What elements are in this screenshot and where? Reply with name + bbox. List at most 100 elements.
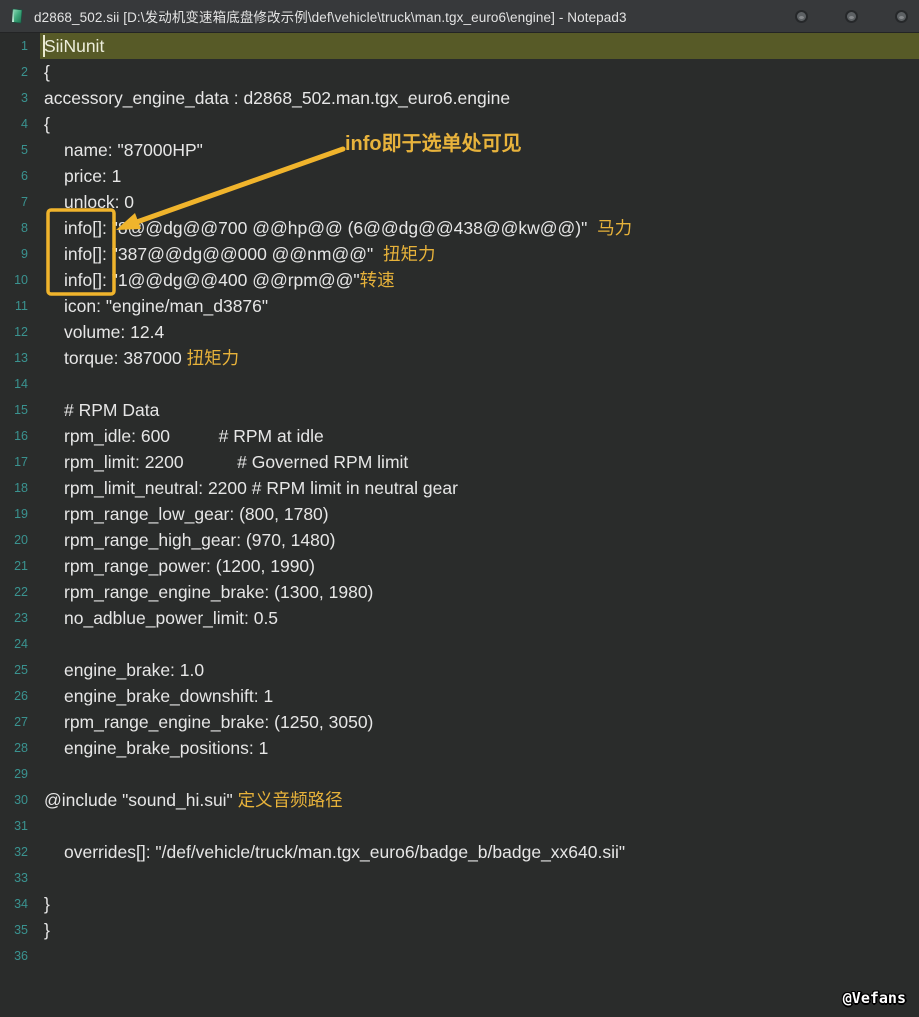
line-number: 36 [0,943,40,969]
code-text: info[]: "8@@dg@@700 @@hp@@ (6@@dg@@438@@… [64,218,597,238]
chinese-annotation: 转速 [360,270,395,290]
code-line[interactable]: 3accessory_engine_data : d2868_502.man.t… [0,85,919,111]
line-content: engine_brake: 1.0 [40,657,919,683]
code-line[interactable]: 9info[]: "387@@dg@@000 @@nm@@" 扭矩力 [0,241,919,267]
line-number: 11 [0,293,40,319]
code-line[interactable]: 6price: 1 [0,163,919,189]
line-number: 7 [0,189,40,215]
line-number: 26 [0,683,40,709]
code-line[interactable]: 19rpm_range_low_gear: (800, 1780) [0,501,919,527]
code-line[interactable]: 29 [0,761,919,787]
code-text: name: "87000HP" [64,140,203,160]
code-line[interactable]: 10info[]: "1@@dg@@400 @@rpm@@"转速 [0,267,919,293]
line-content: } [40,917,919,943]
code-text: torque: 387000 [64,348,187,368]
line-content: info[]: "387@@dg@@000 @@nm@@" 扭矩力 [40,241,919,267]
code-line[interactable]: 32 overrides[]: "/def/vehicle/truck/man.t… [0,839,919,865]
line-content: torque: 387000 扭矩力 [40,345,919,371]
code-line[interactable]: 34} [0,891,919,917]
chinese-annotation: 扭矩力 [383,244,436,264]
line-number: 31 [0,813,40,839]
line-number: 29 [0,761,40,787]
line-number: 3 [0,85,40,111]
code-line[interactable]: 35} [0,917,919,943]
line-number: 28 [0,735,40,761]
line-content: rpm_range_engine_brake: (1250, 3050) [40,709,919,735]
code-line[interactable]: 33 [0,865,919,891]
code-text: info[]: "1@@dg@@400 @@rpm@@" [64,270,360,290]
line-content: no_adblue_power_limit: 0.5 [40,605,919,631]
code-line[interactable]: 22rpm_range_engine_brake: (1300, 1980) [0,579,919,605]
code-line[interactable]: 18rpm_limit_neutral: 2200 # RPM limit in… [0,475,919,501]
line-content: info[]: "8@@dg@@700 @@hp@@ (6@@dg@@438@@… [40,215,919,241]
code-text: rpm_limit_neutral: 2200 # RPM limit in n… [64,478,458,498]
text-cursor [43,35,45,57]
code-lines[interactable]: 1SiiNunit2{3accessory_engine_data : d286… [0,33,919,969]
line-content: rpm_range_high_gear: (970, 1480) [40,527,919,553]
code-text: no_adblue_power_limit: 0.5 [64,608,278,628]
code-line[interactable]: 31 [0,813,919,839]
code-line[interactable]: 14 [0,371,919,397]
minimize-button[interactable] [795,10,808,23]
code-text: overrides[]: "/def/vehicle/truck/man.tgx… [64,842,625,862]
maximize-button[interactable] [845,10,858,23]
code-line[interactable]: 7unlock: 0 [0,189,919,215]
line-content: rpm_range_engine_brake: (1300, 1980) [40,579,919,605]
code-line[interactable]: 8 info[]: "8@@dg@@700 @@hp@@ (6@@dg@@438@… [0,215,919,241]
code-line[interactable]: 28engine_brake_positions: 1 [0,735,919,761]
code-line[interactable]: 12volume: 12.4 [0,319,919,345]
watermark: @Vefans [843,989,906,1007]
code-line[interactable]: 1SiiNunit [0,33,919,59]
code-line[interactable]: 2{ [0,59,919,85]
code-text: accessory_engine_data : d2868_502.man.tg… [44,88,510,108]
code-line[interactable]: 36 [0,943,919,969]
code-line[interactable]: 16rpm_idle: 600 # RPM at idle [0,423,919,449]
window-title: d2868_502.sii [D:\发动机变速箱底盘修改示例\def\vehic… [34,6,627,26]
code-line[interactable]: 5name: "87000HP" [0,137,919,163]
line-number: 24 [0,631,40,657]
code-text: rpm_range_engine_brake: (1300, 1980) [64,582,373,602]
code-text: rpm_range_high_gear: (970, 1480) [64,530,335,550]
line-number: 21 [0,553,40,579]
line-number: 8 [0,215,40,241]
code-line[interactable]: 21rpm_range_power: (1200, 1990) [0,553,919,579]
line-number: 13 [0,345,40,371]
line-number: 32 [0,839,40,865]
line-content: rpm_limit_neutral: 2200 # RPM limit in n… [40,475,919,501]
title-bar: d2868_502.sii [D:\发动机变速箱底盘修改示例\def\vehic… [0,0,919,33]
chinese-annotation: 马力 [597,218,632,238]
code-line[interactable]: 24 [0,631,919,657]
code-line[interactable]: 27rpm_range_engine_brake: (1250, 3050) [0,709,919,735]
code-text: icon: "engine/man_d3876" [64,296,268,316]
line-number: 33 [0,865,40,891]
code-text: rpm_idle: 600 # RPM at idle [64,426,324,446]
notepad3-app-icon [9,8,25,24]
code-line[interactable]: 15# RPM Data [0,397,919,423]
line-number: 9 [0,241,40,267]
line-content: rpm_limit: 2200 # Governed RPM limit [40,449,919,475]
line-content [40,865,919,891]
line-content: price: 1 [40,163,919,189]
line-number: 19 [0,501,40,527]
code-text: SiiNunit [44,36,104,56]
line-content: accessory_engine_data : d2868_502.man.tg… [40,85,919,111]
line-number: 25 [0,657,40,683]
code-line[interactable]: 13torque: 387000 扭矩力 [0,345,919,371]
code-line[interactable]: 26 engine_brake_downshift: 1 [0,683,919,709]
code-line[interactable]: 4{ [0,111,919,137]
line-number: 4 [0,111,40,137]
line-content [40,631,919,657]
code-line[interactable]: 23no_adblue_power_limit: 0.5 [0,605,919,631]
code-line[interactable]: 30@include "sound_hi.sui" 定义音频路径 [0,787,919,813]
code-text: { [44,62,50,82]
code-line[interactable]: 25engine_brake: 1.0 [0,657,919,683]
code-line[interactable]: 20rpm_range_high_gear: (970, 1480) [0,527,919,553]
close-button[interactable] [895,10,908,23]
code-text: engine_brake_downshift: 1 [64,686,273,706]
code-line[interactable]: 17rpm_limit: 2200 # Governed RPM limit [0,449,919,475]
chinese-annotation: 定义音频路径 [238,790,343,810]
chinese-annotation: 扭矩力 [187,348,240,368]
line-number: 14 [0,371,40,397]
code-line[interactable]: 11 icon: "engine/man_d3876" [0,293,919,319]
code-text: price: 1 [64,166,121,186]
